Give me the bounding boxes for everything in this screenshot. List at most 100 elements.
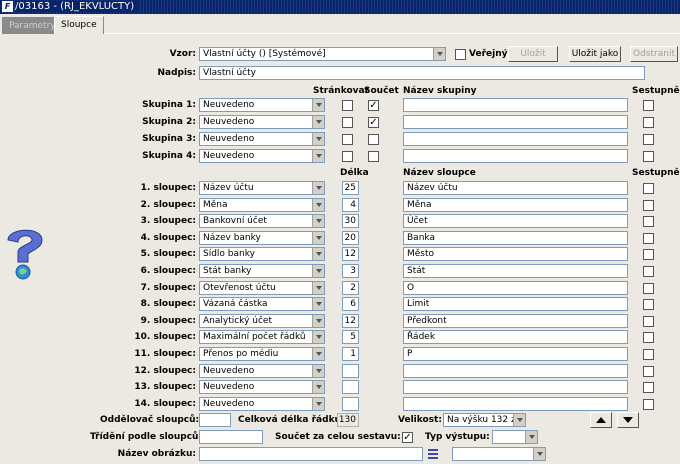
list-browse-icon[interactable] <box>427 447 439 461</box>
group-name-input[interactable] <box>403 132 628 146</box>
move-up-button[interactable] <box>590 412 612 428</box>
column-select[interactable]: Sídlo banky <box>199 247 325 261</box>
chevron-down-icon[interactable] <box>312 215 324 227</box>
column-name-input[interactable]: Název účtu <box>403 181 628 195</box>
group-strankovat-checkbox[interactable] <box>342 117 353 128</box>
velikost-select[interactable]: Na výšku 132 zn. <box>443 413 526 427</box>
column-name-input[interactable]: Limit <box>403 297 628 311</box>
group-sestupne-checkbox[interactable] <box>643 100 654 111</box>
chevron-down-icon[interactable] <box>312 298 324 310</box>
group-select[interactable]: Neuvedeno <box>199 132 325 146</box>
chevron-down-icon[interactable] <box>312 248 324 260</box>
column-sestupne-checkbox[interactable] <box>643 283 654 294</box>
group-name-input[interactable] <box>403 98 628 112</box>
chevron-down-icon[interactable] <box>312 116 324 128</box>
column-sestupne-checkbox[interactable] <box>643 299 654 310</box>
column-sestupne-checkbox[interactable] <box>643 366 654 377</box>
column-name-input[interactable]: Předkont <box>403 314 628 328</box>
column-length-input[interactable]: 6 <box>342 297 359 311</box>
column-name-input[interactable] <box>403 397 628 411</box>
column-select[interactable]: Název účtu <box>199 181 325 195</box>
group-soucet-checkbox[interactable] <box>368 134 379 145</box>
column-select[interactable]: Maximální počet řádků <box>199 330 325 344</box>
ulozit-jako-button[interactable]: Uložit jako <box>569 46 621 62</box>
chevron-down-icon[interactable] <box>513 414 525 426</box>
column-sestupne-checkbox[interactable] <box>643 183 654 194</box>
column-sestupne-checkbox[interactable] <box>643 399 654 410</box>
column-sestupne-checkbox[interactable] <box>643 332 654 343</box>
group-sestupne-checkbox[interactable] <box>643 151 654 162</box>
group-strankovat-checkbox[interactable] <box>342 100 353 111</box>
nazev-obrazku-input[interactable] <box>199 447 423 461</box>
group-soucet-checkbox[interactable] <box>368 151 379 162</box>
group-select[interactable]: Neuvedeno <box>199 115 325 129</box>
chevron-down-icon[interactable] <box>312 133 324 145</box>
column-name-input[interactable] <box>403 380 628 394</box>
obrazek-select[interactable] <box>452 447 546 461</box>
chevron-down-icon[interactable] <box>312 331 324 343</box>
move-down-button[interactable] <box>617 412 639 428</box>
column-name-input[interactable]: Řádek <box>403 330 628 344</box>
group-sestupne-checkbox[interactable] <box>643 117 654 128</box>
typ-vystupu-select[interactable] <box>492 430 538 444</box>
vzor-select[interactable]: Vlastní účty () [Systémové] <box>199 47 446 61</box>
column-name-input[interactable]: Banka <box>403 231 628 245</box>
chevron-down-icon[interactable] <box>312 365 324 377</box>
column-name-input[interactable]: Město <box>403 247 628 261</box>
column-select[interactable]: Název banky <box>199 231 325 245</box>
column-select[interactable]: Přenos po médiu <box>199 347 325 361</box>
chevron-down-icon[interactable] <box>312 315 324 327</box>
column-select[interactable]: Stát banky <box>199 264 325 278</box>
column-length-input[interactable] <box>342 380 359 394</box>
chevron-down-icon[interactable] <box>312 265 324 277</box>
chevron-down-icon[interactable] <box>312 232 324 244</box>
column-select[interactable]: Analytický účet <box>199 314 325 328</box>
column-sestupne-checkbox[interactable] <box>643 349 654 360</box>
column-select[interactable]: Neuvedeno <box>199 397 325 411</box>
column-select[interactable]: Otevřenost účtu <box>199 281 325 295</box>
verejny-checkbox[interactable] <box>455 49 466 60</box>
column-select[interactable]: Měna <box>199 198 325 212</box>
oddelovac-input[interactable] <box>199 413 231 427</box>
column-sestupne-checkbox[interactable] <box>643 316 654 327</box>
column-sestupne-checkbox[interactable] <box>643 216 654 227</box>
chevron-down-icon[interactable] <box>433 48 445 60</box>
column-name-input[interactable]: O <box>403 281 628 295</box>
ulozit-button[interactable]: Uložit <box>508 46 558 62</box>
column-length-input[interactable]: 12 <box>342 314 359 328</box>
group-soucet-checkbox[interactable]: ✓ <box>368 117 379 128</box>
column-sestupne-checkbox[interactable] <box>643 249 654 260</box>
column-length-input[interactable]: 3 <box>342 264 359 278</box>
group-name-input[interactable] <box>403 149 628 163</box>
column-name-input[interactable]: Stát <box>403 264 628 278</box>
column-length-input[interactable] <box>342 397 359 411</box>
chevron-down-icon[interactable] <box>312 398 324 410</box>
column-length-input[interactable]: 25 <box>342 181 359 195</box>
chevron-down-icon[interactable] <box>533 448 545 460</box>
chevron-down-icon[interactable] <box>312 282 324 294</box>
column-length-input[interactable]: 30 <box>342 214 359 228</box>
tab-sloupce[interactable]: Sloupce <box>54 16 104 34</box>
column-length-input[interactable] <box>342 364 359 378</box>
column-name-input[interactable]: Měna <box>403 198 628 212</box>
chevron-down-icon[interactable] <box>312 199 324 211</box>
column-name-input[interactable]: P <box>403 347 628 361</box>
group-soucet-checkbox[interactable]: ✓ <box>368 100 379 111</box>
column-select[interactable]: Neuvedeno <box>199 364 325 378</box>
group-strankovat-checkbox[interactable] <box>342 151 353 162</box>
column-sestupne-checkbox[interactable] <box>643 382 654 393</box>
group-select[interactable]: Neuvedeno <box>199 98 325 112</box>
column-length-input[interactable]: 4 <box>342 198 359 212</box>
column-sestupne-checkbox[interactable] <box>643 266 654 277</box>
soucet-celkem-checkbox[interactable]: ✓ <box>402 432 413 443</box>
group-strankovat-checkbox[interactable] <box>342 134 353 145</box>
nadpis-input[interactable]: Vlastní účty <box>199 66 645 80</box>
column-select[interactable]: Bankovní účet <box>199 214 325 228</box>
column-name-input[interactable] <box>403 364 628 378</box>
column-name-input[interactable]: Účet <box>403 214 628 228</box>
chevron-down-icon[interactable] <box>312 381 324 393</box>
column-length-input[interactable]: 5 <box>342 330 359 344</box>
odstranit-button[interactable]: Odstranit <box>630 46 678 62</box>
group-sestupne-checkbox[interactable] <box>643 134 654 145</box>
group-name-input[interactable] <box>403 115 628 129</box>
